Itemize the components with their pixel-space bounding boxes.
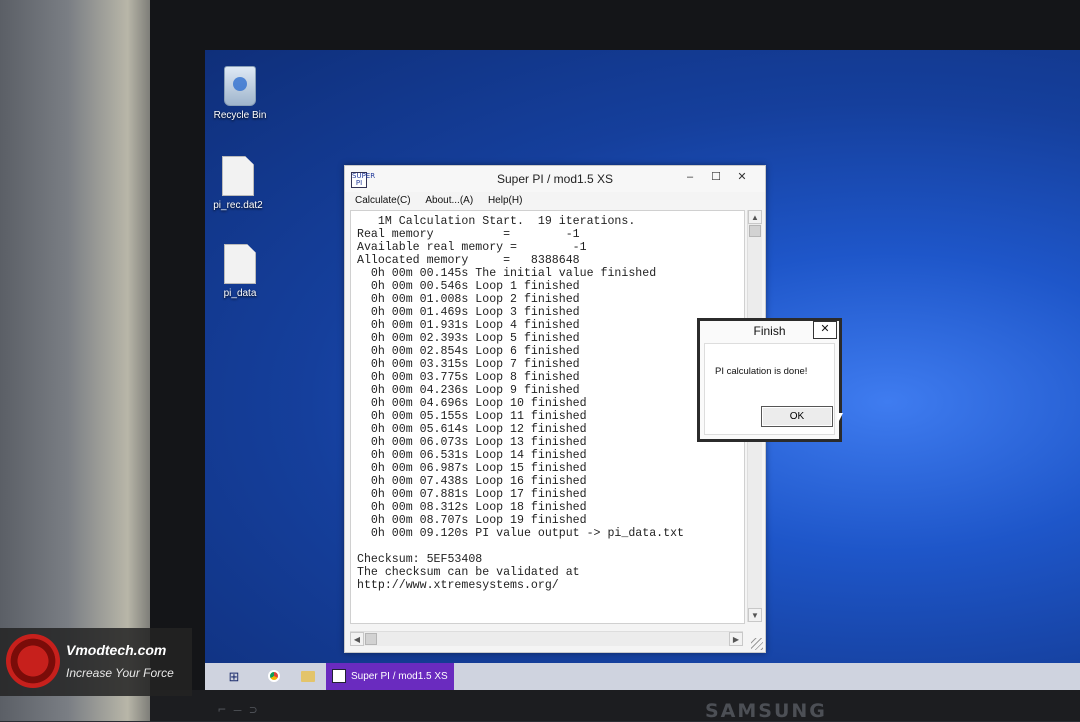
- file-icon: [222, 156, 254, 196]
- log-line: 0h 00m 00.546s Loop 1 finished: [357, 280, 580, 293]
- taskbar-superpi[interactable]: Super PI / mod1.5 XS: [326, 663, 454, 690]
- monitor-buttons[interactable]: ⌐ – ⊃: [218, 703, 257, 718]
- log-line: 0h 00m 06.531s Loop 14 finished: [357, 449, 587, 462]
- watermark-tagline: Increase Your Force: [66, 666, 174, 680]
- log-line: 0h 00m 02.393s Loop 5 finished: [357, 332, 580, 345]
- scroll-down-icon[interactable]: ▼: [748, 608, 762, 622]
- desktop-icon-pi-rec-dat2[interactable]: pi_rec.dat2: [205, 156, 273, 211]
- log-line: 0h 00m 01.931s Loop 4 finished: [357, 319, 580, 332]
- recycle-bin-icon: [224, 66, 256, 106]
- taskbar-chrome[interactable]: [257, 663, 291, 690]
- folder-icon: [301, 671, 315, 682]
- superpi-menubar: Calculate(C) About...(A) Help(H): [345, 192, 765, 210]
- finish-body: PI calculation is done! OK: [704, 343, 835, 435]
- resize-grip-icon[interactable]: [751, 638, 763, 650]
- ok-button[interactable]: OK: [761, 406, 833, 427]
- log-line: 0h 00m 05.614s Loop 12 finished: [357, 423, 587, 436]
- log-line: 0h 00m 06.987s Loop 15 finished: [357, 462, 587, 475]
- log-line: 0h 00m 08.312s Loop 18 finished: [357, 501, 587, 514]
- desktop-icon-label: pi_rec.dat2: [213, 200, 263, 211]
- log-line: The checksum can be validated at: [357, 566, 580, 579]
- menu-help[interactable]: Help(H): [488, 192, 522, 210]
- log-line: 0h 00m 04.696s Loop 10 finished: [357, 397, 587, 410]
- log-line: 0h 00m 02.854s Loop 6 finished: [357, 345, 580, 358]
- finish-message: PI calculation is done!: [715, 366, 808, 377]
- scroll-thumb[interactable]: [749, 225, 761, 237]
- scroll-up-icon[interactable]: ▲: [748, 210, 762, 224]
- taskbar-explorer[interactable]: [291, 663, 325, 690]
- menu-about[interactable]: About...(A): [425, 192, 473, 210]
- minimize-button[interactable]: –: [677, 168, 703, 186]
- horizontal-scrollbar[interactable]: ◀ ▶: [350, 631, 743, 646]
- taskbar: ⊞ Super PI / mod1.5 XS: [205, 663, 1080, 690]
- log-line: 0h 00m 01.008s Loop 2 finished: [357, 293, 580, 306]
- close-button[interactable]: ✕: [729, 168, 755, 186]
- monitor-bottom-bezel: [150, 690, 1080, 721]
- menu-calculate[interactable]: Calculate(C): [355, 192, 411, 210]
- monitor-brand: SAMSUNG: [705, 700, 827, 722]
- log-line: 0h 00m 08.707s Loop 19 finished: [357, 514, 587, 527]
- desktop-icon-label: pi_data: [223, 288, 257, 299]
- watermark: Vmodtech.com Increase Your Force: [0, 628, 192, 696]
- watermark-name: Vmodtech.com: [66, 642, 167, 658]
- superpi-output-pane[interactable]: 1M Calculation Start. 19 iterations. Rea…: [350, 210, 745, 624]
- log-line: Allocated memory = 8388648: [357, 254, 580, 267]
- superpi-app-icon: [332, 669, 346, 684]
- log-line: 0h 00m 04.236s Loop 9 finished: [357, 384, 580, 397]
- log-line: 0h 00m 07.881s Loop 17 finished: [357, 488, 587, 501]
- log-line: 0h 00m 06.073s Loop 13 finished: [357, 436, 587, 449]
- file-icon: [224, 244, 256, 284]
- log-line: 0h 00m 03.775s Loop 8 finished: [357, 371, 580, 384]
- log-line: Checksum: 5EF53408: [357, 553, 483, 566]
- desktop-screen: Recycle Bin pi_rec.dat2 pi_data SUPER PI…: [205, 50, 1080, 690]
- log-line: 0h 00m 00.145s The initial value finishe…: [357, 267, 657, 280]
- log-line: http://www.xtremesystems.org/: [357, 579, 559, 592]
- scroll-right-icon[interactable]: ▶: [729, 632, 743, 646]
- log-line: 1M Calculation Start. 19 iterations.: [357, 215, 636, 228]
- log-line: Real memory = -1: [357, 228, 580, 241]
- start-button[interactable]: ⊞: [217, 663, 251, 690]
- vmodtech-logo-icon: [6, 634, 60, 688]
- superpi-titlebar[interactable]: SUPER PI Super PI / mod1.5 XS – ☐ ✕: [345, 166, 765, 192]
- log-line: 0h 00m 05.155s Loop 11 finished: [357, 410, 587, 423]
- scroll-thumb[interactable]: [365, 633, 377, 645]
- log-line: 0h 00m 09.120s PI value output -> pi_dat…: [357, 527, 684, 540]
- chrome-icon: [268, 670, 280, 682]
- scroll-left-icon[interactable]: ◀: [350, 632, 364, 646]
- log-line: 0h 00m 03.315s Loop 7 finished: [357, 358, 580, 371]
- finish-close-button[interactable]: ✕: [813, 321, 837, 339]
- desktop-icon-label: Recycle Bin: [213, 110, 267, 121]
- background-wall: [0, 0, 170, 721]
- taskbar-superpi-label: Super PI / mod1.5 XS: [351, 671, 448, 682]
- log-line: 0h 00m 07.438s Loop 16 finished: [357, 475, 587, 488]
- mouse-cursor-icon: [837, 413, 843, 425]
- desktop-icon-pi-data[interactable]: pi_data: [205, 244, 275, 299]
- log-line: Available real memory = -1: [357, 241, 587, 254]
- finish-titlebar[interactable]: Finish ✕: [700, 321, 839, 341]
- calculation-log: 1M Calculation Start. 19 iterations. Rea…: [351, 211, 744, 592]
- maximize-button[interactable]: ☐: [703, 168, 729, 186]
- log-line: 0h 00m 01.469s Loop 3 finished: [357, 306, 580, 319]
- desktop-icon-recycle-bin[interactable]: Recycle Bin: [205, 66, 275, 121]
- finish-dialog[interactable]: Finish ✕ PI calculation is done! OK: [697, 318, 842, 442]
